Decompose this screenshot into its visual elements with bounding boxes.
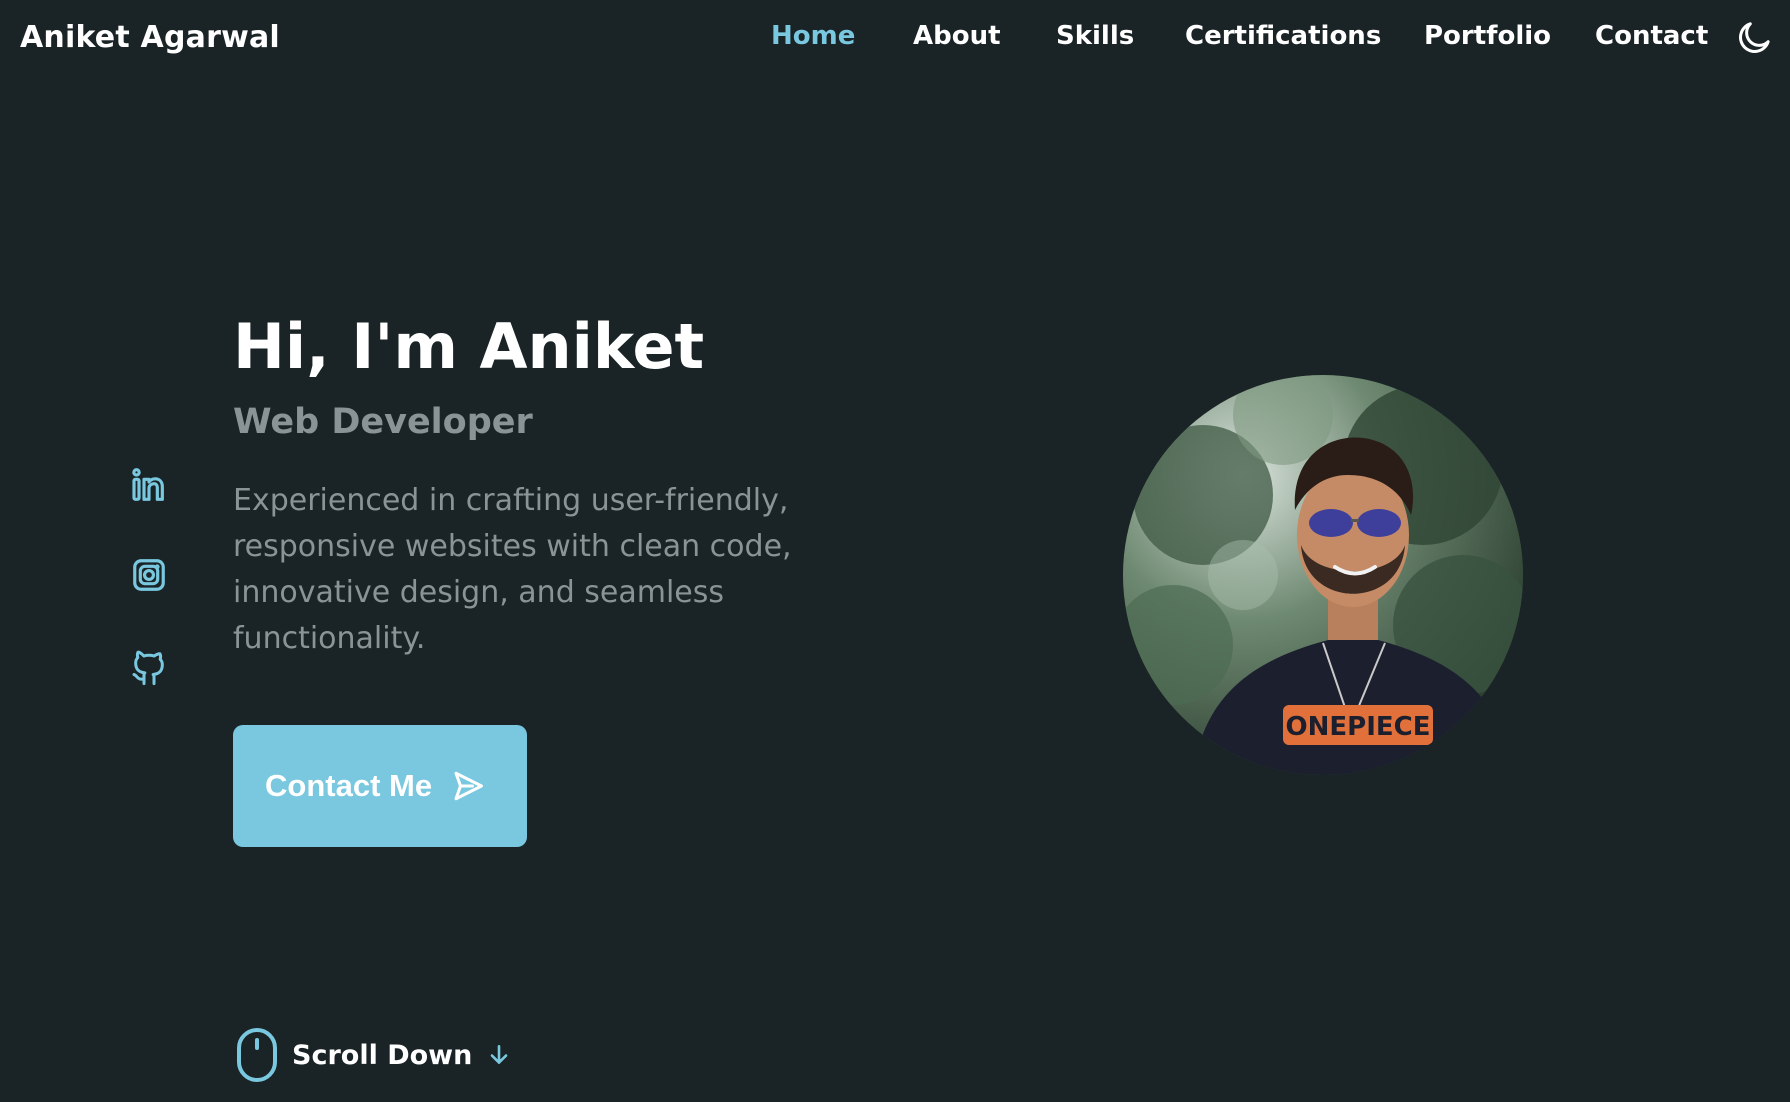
contact-me-label: Contact Me [265, 768, 433, 803]
contact-me-button[interactable]: Contact Me [233, 725, 527, 847]
nav-about[interactable]: About [913, 21, 1001, 51]
logo[interactable]: Aniket Agarwal [20, 20, 280, 55]
nav-skills[interactable]: Skills [1056, 21, 1134, 51]
send-icon [450, 768, 486, 804]
profile-photo: ONEPIECE [1123, 375, 1523, 775]
header: Aniket Agarwal Home About Skills Certifi… [0, 0, 1790, 78]
theme-toggle-button[interactable] [1734, 18, 1774, 58]
linkedin-icon [132, 468, 164, 501]
hero-description: Experienced in crafting user-friendly, r… [233, 483, 792, 656]
hero-title: Hi, I'm Aniket [233, 310, 705, 383]
mouse-icon [237, 1028, 277, 1082]
github-link[interactable] [127, 645, 171, 689]
nav-certifications[interactable]: Certifications [1185, 21, 1381, 51]
instagram-link[interactable] [127, 553, 171, 597]
scroll-down-link[interactable]: Scroll Down [236, 1027, 512, 1083]
nav-portfolio[interactable]: Portfolio [1424, 21, 1551, 51]
scroll-down-label: Scroll Down [292, 1039, 473, 1071]
page: Aniket Agarwal Home About Skills Certifi… [0, 0, 1790, 1102]
nav-home[interactable]: Home [771, 21, 855, 51]
linkedin-link[interactable] [127, 464, 171, 508]
hero-subtitle: Web Developer [233, 402, 533, 442]
svg-text:ONEPIECE: ONEPIECE [1286, 712, 1431, 742]
nav-contact[interactable]: Contact [1595, 21, 1708, 51]
moon-icon [1739, 22, 1770, 53]
arrow-down-icon [486, 1042, 512, 1068]
github-icon [132, 650, 164, 686]
instagram-icon [133, 559, 165, 591]
